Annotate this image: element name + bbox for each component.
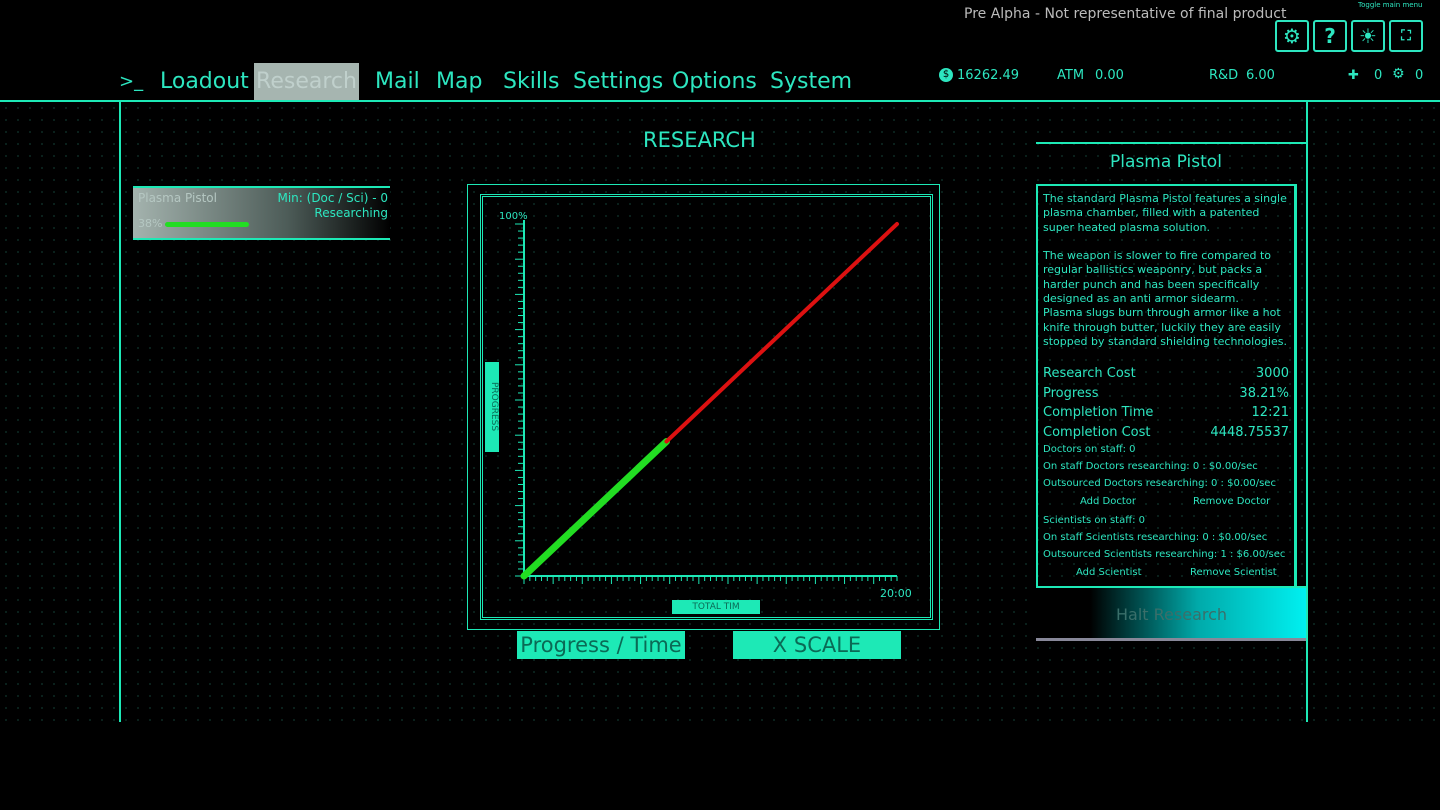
add-scientist-button[interactable]: Add Scientist <box>1076 567 1141 578</box>
description-paragraph: Plasma slugs burn through armor like a h… <box>1043 306 1287 348</box>
stat-label: Completion Cost <box>1043 425 1151 440</box>
stat-completion-time: Completion Time 12:21 <box>1043 405 1289 420</box>
stat-progress: Progress 38.21% <box>1043 386 1289 401</box>
x-scale-button[interactable]: X SCALE <box>733 631 901 659</box>
completed-progress-line <box>520 438 670 580</box>
onstaff-doctors: On staff Doctors researching: 0 : $0.00/… <box>1043 461 1258 472</box>
detail-top-line <box>1036 142 1306 144</box>
remaining-progress-line <box>664 222 899 444</box>
stat-research-cost: Research Cost 3000 <box>1043 366 1289 381</box>
x-axis-label: TOTAL TIM <box>672 600 760 614</box>
y-axis-label: PROGRESS <box>485 362 499 452</box>
description-paragraph: The weapon is slower to fire compared to… <box>1043 249 1272 306</box>
stat-value: 38.21% <box>1239 386 1289 401</box>
onstaff-scientists: On staff Scientists researching: 0 : $0.… <box>1043 532 1268 543</box>
y-tick-label: 100% <box>499 211 528 222</box>
stat-value: 12:21 <box>1251 405 1289 420</box>
doctors-on-staff: Doctors on staff: 0 <box>1043 444 1136 455</box>
detail-description: The standard Plasma Pistol features a si… <box>1043 192 1291 349</box>
outsourced-scientists: Outsourced Scientists researching: 1 : $… <box>1043 549 1286 560</box>
stat-label: Research Cost <box>1043 366 1136 381</box>
stat-label: Progress <box>1043 386 1099 401</box>
stat-value: 4448.75537 <box>1210 425 1289 440</box>
outsourced-doctors: Outsourced Doctors researching: 0 : $0.0… <box>1043 478 1276 489</box>
stat-completion-cost: Completion Cost 4448.75537 <box>1043 425 1289 440</box>
stat-label: Completion Time <box>1043 405 1154 420</box>
x-tick-label: 20:00 <box>880 587 912 600</box>
scientists-on-staff: Scientists on staff: 0 <box>1043 515 1146 526</box>
detail-title: Plasma Pistol <box>1110 152 1222 172</box>
progress-time-button[interactable]: Progress / Time <box>517 631 685 659</box>
remove-scientist-button[interactable]: Remove Scientist <box>1190 567 1277 578</box>
halt-research-button[interactable]: Halt Research <box>1036 586 1306 641</box>
remove-doctor-button[interactable]: Remove Doctor <box>1193 496 1270 507</box>
halt-research-label: Halt Research <box>1116 605 1228 624</box>
description-paragraph: The standard Plasma Pistol features a si… <box>1043 192 1287 234</box>
stat-value: 3000 <box>1255 366 1289 381</box>
add-doctor-button[interactable]: Add Doctor <box>1080 496 1136 507</box>
